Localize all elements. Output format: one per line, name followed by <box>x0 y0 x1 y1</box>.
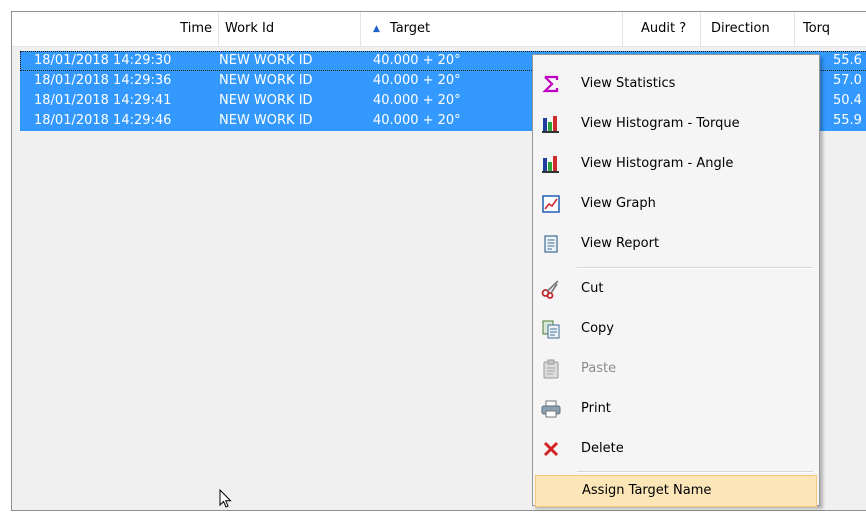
sigma-icon <box>541 74 561 94</box>
menu-item-view-histogram-angle[interactable]: View Histogram - Angle <box>535 146 817 182</box>
menu-item-view-report[interactable]: View Report <box>535 226 817 262</box>
menu-item-copy[interactable]: Copy <box>535 311 817 347</box>
context-menu: View Statistics View Histogram - Torque … <box>532 54 820 507</box>
line-graph-icon <box>541 194 561 214</box>
cell-time: 18/01/2018 14:29:30 <box>34 53 172 68</box>
menu-item-print[interactable]: Print <box>535 391 817 427</box>
menu-item-delete[interactable]: Delete <box>535 431 817 467</box>
histogram-icon <box>541 114 561 134</box>
delete-x-icon <box>541 439 561 459</box>
cell-time: 18/01/2018 14:29:41 <box>34 93 172 108</box>
cell-time: 18/01/2018 14:29:36 <box>34 73 172 88</box>
scissors-icon <box>541 279 561 299</box>
cell-work-id: NEW WORK ID <box>219 93 313 108</box>
copy-icon <box>541 319 561 339</box>
cell-work-id: NEW WORK ID <box>219 73 313 88</box>
paste-icon <box>541 359 561 379</box>
menu-item-paste[interactable]: Paste <box>535 351 817 387</box>
menu-item-cut[interactable]: Cut <box>535 271 817 307</box>
printer-icon <box>541 399 561 419</box>
column-header-target[interactable]: ▲ Target <box>361 12 623 46</box>
menu-item-view-graph[interactable]: View Graph <box>535 186 817 222</box>
menu-item-view-histogram-torque[interactable]: View Histogram - Torque <box>535 106 817 142</box>
report-icon <box>541 234 561 254</box>
cell-work-id: NEW WORK ID <box>219 113 313 128</box>
cell-target: 40.000 + 20° <box>373 53 461 68</box>
column-header-work-id[interactable]: Work Id <box>219 12 361 46</box>
histogram-icon <box>541 154 561 174</box>
cell-torque: 57.0 <box>833 73 862 88</box>
mouse-pointer-icon <box>219 488 233 513</box>
menu-separator <box>577 471 813 473</box>
sort-ascending-icon: ▲ <box>373 24 380 34</box>
cell-target: 40.000 + 20° <box>373 93 461 108</box>
cell-torque: 55.6 <box>833 53 862 68</box>
column-header-audit[interactable]: Audit ? <box>623 12 701 46</box>
column-header-torque[interactable]: Torq <box>795 12 866 46</box>
cell-torque: 50.4 <box>833 93 862 108</box>
cell-work-id: NEW WORK ID <box>219 53 313 68</box>
grid-header: Time Work Id ▲ Target Audit ? Direction T… <box>12 12 866 47</box>
cell-target: 40.000 + 20° <box>373 113 461 128</box>
menu-item-assign-target-name[interactable]: Assign Target Name <box>535 475 817 507</box>
menu-separator <box>577 267 813 269</box>
menu-item-view-statistics[interactable]: View Statistics <box>535 66 817 102</box>
column-header-time[interactable]: Time <box>12 12 219 46</box>
column-header-direction[interactable]: Direction <box>701 12 795 46</box>
cell-torque: 55.9 <box>833 113 862 128</box>
cell-target: 40.000 + 20° <box>373 73 461 88</box>
cell-time: 18/01/2018 14:29:46 <box>34 113 172 128</box>
